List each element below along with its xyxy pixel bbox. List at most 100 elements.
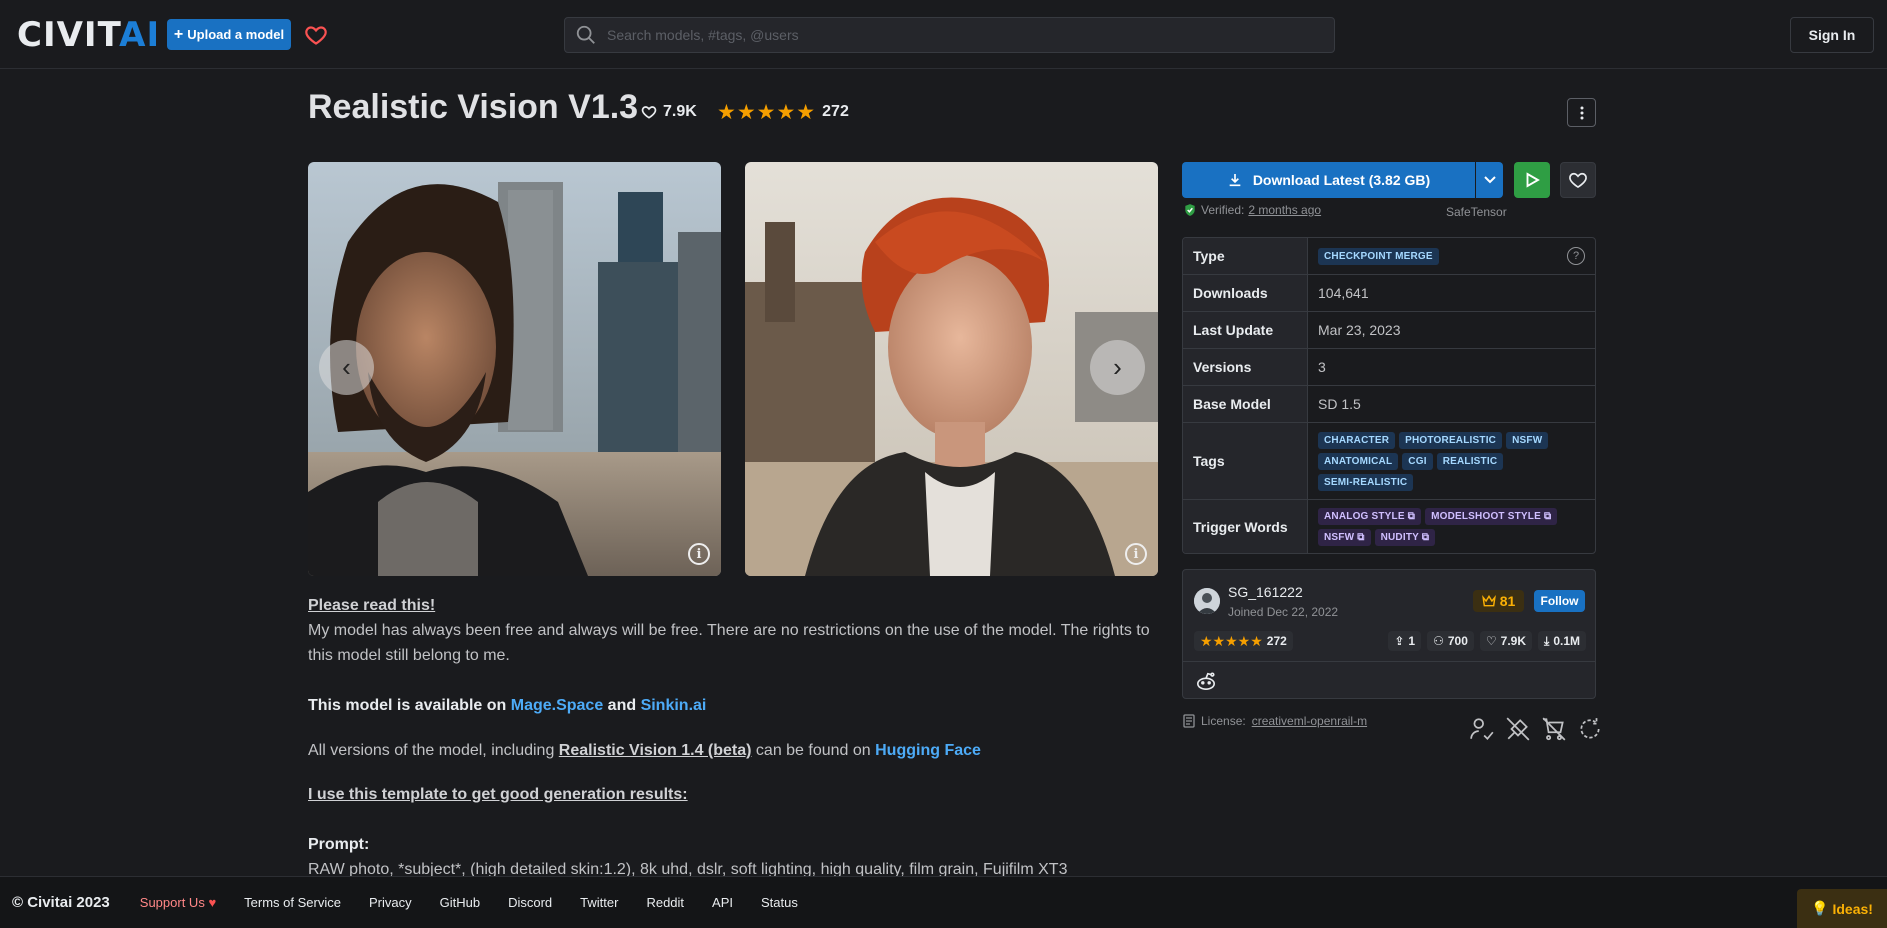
trigger-word-chip[interactable]: MODELSHOOT STYLE ⧉ — [1425, 507, 1558, 525]
image-info-button-2[interactable]: i — [1125, 543, 1147, 565]
trigger-word-chip[interactable]: NSFW ⧉ — [1318, 528, 1371, 546]
avatar[interactable] — [1194, 588, 1220, 614]
tag-chip[interactable]: ANATOMICAL — [1318, 452, 1399, 470]
footer-privacy-link[interactable]: Privacy — [369, 895, 412, 910]
footer-github-link[interactable]: GitHub — [440, 895, 480, 910]
help-icon[interactable]: ? — [1567, 247, 1585, 265]
rotate-dashed-icon[interactable] — [1577, 716, 1603, 742]
details-value-last-update: Mar 23, 2023 — [1318, 322, 1401, 338]
trigger-word-text: ANALOG STYLE — [1324, 510, 1405, 522]
details-row-trigger-words: Trigger Words ANALOG STYLE ⧉ MODELSHOOT … — [1183, 500, 1595, 553]
play-icon — [1526, 172, 1540, 188]
license-label: License: — [1201, 714, 1246, 728]
civitai-logo[interactable]: CIVITAI — [17, 18, 160, 52]
brush-off-icon[interactable] — [1505, 716, 1531, 742]
support-heart-button[interactable] — [301, 21, 331, 49]
likes-badge[interactable]: 7.9K — [637, 98, 701, 126]
verified-label: Verified: — [1201, 203, 1245, 217]
realistic-vision-14-link[interactable]: Realistic Vision 1.4 (beta) — [559, 742, 752, 759]
footer-discord-link[interactable]: Discord — [508, 895, 552, 910]
upload-model-label: Upload a model — [187, 27, 285, 42]
details-key-tags: Tags — [1183, 423, 1308, 499]
creator-card: SG_161222 Joined Dec 22, 2022 81 Follow … — [1182, 569, 1596, 699]
download-options-dropdown[interactable] — [1476, 162, 1503, 198]
copy-icon: ⧉ — [1421, 531, 1430, 543]
details-row-type: Type CHECKPOINT MERGE? — [1183, 238, 1595, 275]
tag-chip[interactable]: CHARACTER — [1318, 431, 1396, 449]
details-key-versions: Versions — [1183, 349, 1308, 385]
trigger-word-chip[interactable]: NUDITY ⧉ — [1374, 528, 1436, 546]
details-key-downloads: Downloads — [1183, 275, 1308, 311]
mage-space-link[interactable]: Mage.Space — [511, 697, 603, 714]
license-link[interactable]: creativeml-openrail-m — [1252, 714, 1367, 728]
logo-text-ai: AI — [119, 15, 161, 55]
footer-api-link[interactable]: API — [712, 895, 733, 910]
footer-twitter-link[interactable]: Twitter — [580, 895, 618, 910]
sinkin-link[interactable]: Sinkin.ai — [641, 697, 707, 714]
search-input[interactable] — [607, 27, 1307, 43]
tag-chip[interactable]: PHOTOREALISTIC — [1399, 431, 1503, 449]
user-check-icon[interactable] — [1469, 716, 1495, 742]
footer-support-link[interactable]: Support Us ♥ — [140, 895, 216, 910]
footer-status-link[interactable]: Status — [761, 895, 798, 910]
search-bar[interactable] — [564, 17, 1335, 53]
versions-text: All versions of the model, including — [308, 742, 559, 759]
info-icon: i — [1133, 546, 1139, 562]
model-title: Realistic Vision V1.3 — [308, 88, 639, 126]
trigger-word-chip[interactable]: ANALOG STYLE ⧉ — [1318, 507, 1422, 525]
file-format: SafeTensor — [1446, 205, 1507, 219]
shield-check-icon — [1185, 204, 1195, 216]
tag-chip[interactable]: NSFW — [1506, 431, 1549, 449]
image-info-button-1[interactable]: i — [688, 543, 710, 565]
trigger-word-text: NSFW — [1324, 531, 1355, 543]
tag-chip[interactable]: CGI — [1402, 452, 1433, 470]
details-row-versions: Versions 3 — [1183, 349, 1595, 386]
favorite-button[interactable] — [1560, 162, 1596, 198]
creator-rank-badge: 81 — [1473, 590, 1524, 612]
versions-mid-text: can be found on — [751, 742, 876, 759]
creator-uploads-pill: ⇪ 1 — [1388, 631, 1422, 651]
footer-reddit-link[interactable]: Reddit — [646, 895, 684, 910]
rating-count: 272 — [822, 103, 849, 120]
details-key-type: Type — [1183, 238, 1308, 274]
plus-icon: + — [173, 25, 184, 43]
model-details-table: Type CHECKPOINT MERGE? Downloads 104,641… — [1182, 237, 1596, 554]
gallery-next-button[interactable]: › — [1090, 340, 1145, 395]
support-label: Support Us — [139, 895, 205, 910]
details-value-base-model: SD 1.5 — [1318, 396, 1361, 412]
tag-chip[interactable]: SEMI-REALISTIC — [1318, 473, 1414, 491]
sign-in-button[interactable]: Sign In — [1790, 17, 1874, 53]
run-model-button[interactable] — [1514, 162, 1550, 198]
details-row-downloads: Downloads 104,641 — [1183, 275, 1595, 312]
heart-icon: ♥ — [208, 895, 217, 910]
creator-downloads-pill: ⤓ 0.1M — [1538, 631, 1586, 651]
creator-name[interactable]: SG_161222 — [1228, 584, 1303, 600]
download-latest-button[interactable]: Download Latest (3.82 GB) — [1182, 162, 1475, 198]
details-key-trigger-words: Trigger Words — [1183, 500, 1308, 553]
chevron-down-icon — [1483, 176, 1496, 184]
license-permissions — [1469, 716, 1603, 742]
chevron-right-icon: › — [1113, 352, 1122, 382]
creator-downloads: 0.1M — [1553, 634, 1580, 648]
creator-likes-pill: ♡ 7.9K — [1479, 631, 1532, 651]
creator-followers-pill: ⚇ 700 — [1427, 631, 1474, 651]
details-key-base-model: Base Model — [1183, 386, 1308, 422]
shopping-cart-off-icon[interactable] — [1541, 716, 1567, 742]
download-icon — [1229, 174, 1241, 187]
hugging-face-link[interactable]: Hugging Face — [875, 742, 981, 759]
crown-icon — [1481, 595, 1496, 607]
lightbulb-icon: 💡 — [1811, 900, 1829, 916]
ideas-button[interactable]: 💡 Ideas! — [1797, 889, 1887, 928]
more-options-button[interactable] — [1567, 98, 1596, 127]
ideas-label: Ideas! — [1832, 900, 1873, 917]
creator-likes: 7.9K — [1500, 634, 1526, 648]
footer-terms-link[interactable]: Terms of Service — [244, 895, 341, 910]
reddit-icon[interactable] — [1195, 671, 1217, 691]
rating-badge[interactable]: ★★★★★ 272 — [713, 98, 853, 126]
upload-model-button[interactable]: + Upload a model — [167, 19, 291, 50]
prompt-label: Prompt: — [308, 836, 370, 853]
footer-copyright: © Civitai 2023 — [12, 894, 110, 911]
tag-chip[interactable]: REALISTIC — [1436, 452, 1504, 470]
follow-button[interactable]: Follow — [1534, 590, 1585, 612]
gallery-prev-button[interactable]: ‹ — [319, 340, 374, 395]
